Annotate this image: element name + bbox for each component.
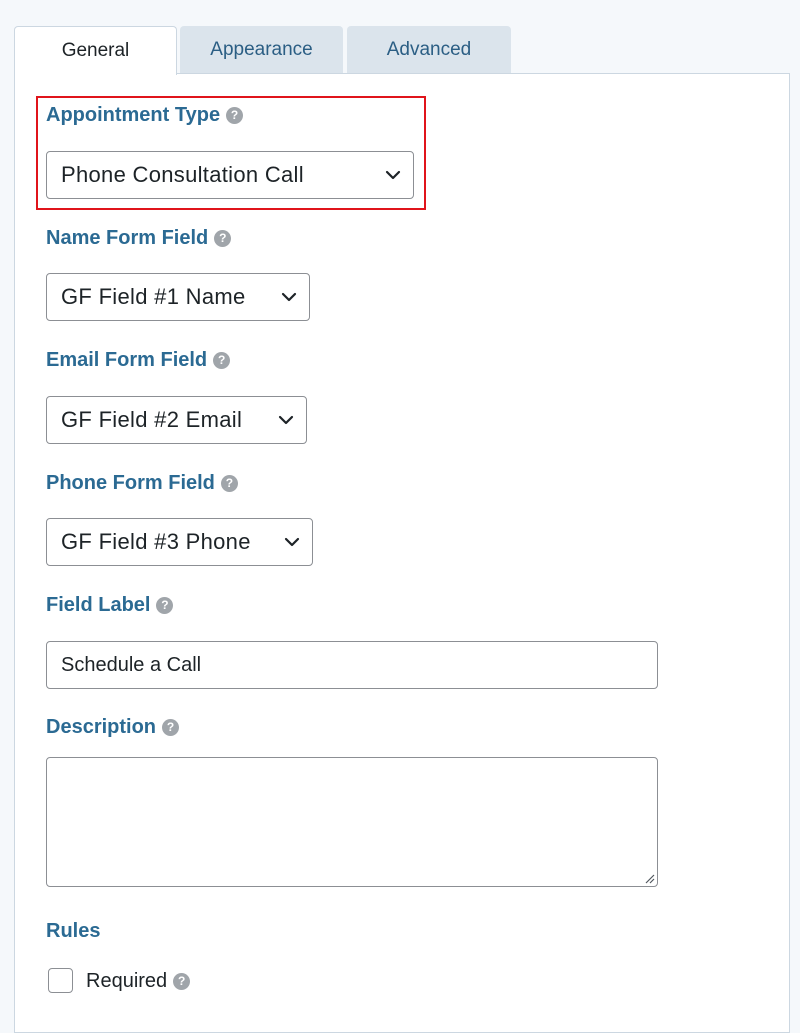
field-label-label: Field Label ? [46, 592, 174, 618]
required-checkbox[interactable] [48, 968, 73, 993]
tab-appearance[interactable]: Appearance [180, 26, 343, 74]
phone-form-field-label: Phone Form Field ? [46, 470, 238, 496]
chevron-down-icon [278, 415, 294, 425]
resize-grip-icon[interactable] [643, 872, 655, 884]
rules-heading: Rules [46, 918, 100, 944]
field-label-input[interactable]: Schedule a Call [46, 641, 658, 689]
tab-general[interactable]: General [14, 26, 177, 75]
help-icon[interactable]: ? [220, 474, 238, 492]
help-icon[interactable]: ? [156, 596, 174, 614]
phone-form-field-label-text: Phone Form Field [46, 471, 215, 494]
email-form-field-select[interactable]: GF Field #2 Email [46, 396, 307, 444]
description-textarea[interactable] [46, 757, 658, 887]
name-form-field-label-text: Name Form Field [46, 226, 209, 249]
appointment-type-select[interactable]: Phone Consultation Call [46, 151, 414, 199]
field-label-label-text: Field Label [46, 593, 151, 616]
tab-advanced[interactable]: Advanced [347, 26, 511, 74]
description-label-text: Description [46, 715, 157, 738]
rules-heading-text: Rules [46, 919, 101, 942]
appointment-type-value: Phone Consultation Call [61, 162, 304, 187]
name-form-field-label: Name Form Field ? [46, 225, 232, 251]
name-form-field-value: GF Field #1 Name [61, 284, 246, 309]
email-form-field-label-text: Email Form Field [46, 348, 208, 371]
appointment-type-label: Appointment Type ? [46, 102, 244, 128]
phone-form-field-select[interactable]: GF Field #3 Phone [46, 518, 313, 566]
help-icon[interactable]: ? [213, 351, 231, 369]
chevron-down-icon [385, 170, 401, 180]
phone-form-field-value: GF Field #3 Phone [61, 529, 251, 554]
chevron-down-icon [284, 537, 300, 547]
email-form-field-value: GF Field #2 Email [61, 407, 243, 432]
help-icon[interactable]: ? [173, 972, 191, 990]
name-form-field-select[interactable]: GF Field #1 Name [46, 273, 310, 321]
chevron-down-icon [281, 292, 297, 302]
required-label-text: Required [86, 969, 168, 992]
help-icon[interactable]: ? [226, 106, 244, 124]
help-icon[interactable]: ? [214, 229, 232, 247]
required-checkbox-label[interactable]: Required ? [86, 968, 191, 994]
description-label: Description ? [46, 714, 180, 740]
help-icon[interactable]: ? [162, 718, 180, 736]
appointment-type-label-text: Appointment Type [46, 103, 221, 126]
email-form-field-label: Email Form Field ? [46, 347, 231, 373]
